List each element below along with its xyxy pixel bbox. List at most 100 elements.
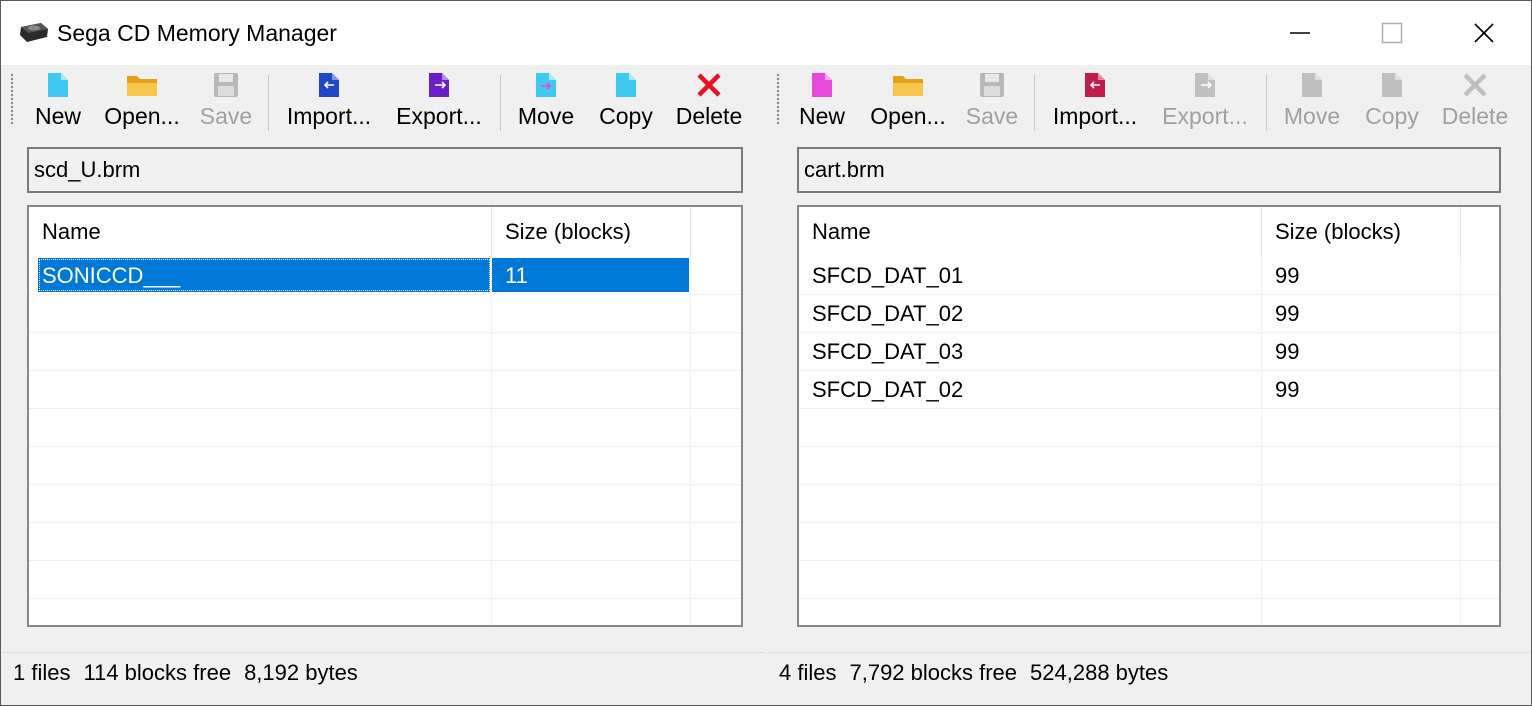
toolbar-separator [1034,75,1035,131]
list-header: Name Size (blocks) [29,207,741,257]
close-icon [1474,23,1494,43]
column-header-size[interactable]: Size (blocks) [1262,207,1461,257]
right-pane: New Open... Save Import... Export... Mov… [768,65,1530,705]
right-move-button[interactable]: Move [1280,69,1344,131]
cell-size [492,561,691,599]
app-window: Sega CD Memory Manager New Open... Save [0,0,1532,706]
right-export-button[interactable]: Export... [1160,69,1250,131]
table-row[interactable]: SFCD_DAT_02 99 [799,295,1499,333]
left-delete-button[interactable]: Delete [674,69,744,131]
right-import-button[interactable]: Import... [1048,69,1142,131]
cell-name [29,371,492,409]
minimize-button[interactable] [1254,1,1346,65]
status-blocks-free: 7,792 blocks free [849,660,1018,685]
table-row[interactable]: SFCD_DAT_01 99 [799,257,1499,295]
open-folder-icon [127,76,157,96]
toolbar-separator [500,75,501,131]
cell-name: SFCD_DAT_03 [799,333,1262,371]
right-open-button[interactable]: Open... [868,69,948,131]
left-path-field[interactable]: scd_U.brm [27,147,743,193]
empty-row [29,485,741,523]
status-file-count: 1 files [13,660,71,685]
cell-size [1262,523,1461,561]
sega-cd-console-icon [20,23,48,42]
cell-size [1262,485,1461,523]
empty-row [29,561,741,599]
left-move-button[interactable]: Move [514,69,578,131]
window-title: Sega CD Memory Manager [57,20,337,46]
cell-size: 99 [1262,333,1461,371]
toolbar-separator [1266,75,1267,131]
cell-size [492,409,691,447]
copy-file-icon [616,73,636,97]
status-divider [768,652,1530,653]
empty-row [29,371,741,409]
table-row[interactable]: SFCD_DAT_02 99 [799,371,1499,409]
empty-row [29,523,741,561]
column-header-name[interactable]: Name [799,207,1262,257]
left-status-bar: 1 files 114 blocks free 8,192 bytes [2,660,764,690]
left-export-button[interactable]: Export... [394,69,484,131]
right-copy-button[interactable]: Copy [1362,69,1422,131]
toolbar-grip[interactable] [776,73,780,125]
empty-row [799,561,1499,599]
save-floppy-icon [214,73,238,97]
cell-name [29,333,492,371]
close-button[interactable] [1438,1,1530,65]
cell-size: 11 [492,257,691,295]
delete-x-icon [1463,73,1487,97]
right-save-button[interactable]: Save [964,69,1020,131]
cell-size [492,371,691,409]
table-row[interactable]: SONICCD___ 11 [29,257,741,295]
cell-name: SFCD_DAT_02 [799,295,1262,333]
cell-size [492,333,691,371]
empty-row [29,599,741,625]
cell-size: 99 [1262,295,1461,333]
cell-size [492,485,691,523]
list-rows: SFCD_DAT_01 99 SFCD_DAT_02 99 SFCD_DAT_03 99 S… [799,257,1499,625]
title-bar[interactable]: Sega CD Memory Manager [1,1,1531,65]
cell-size [492,447,691,485]
new-file-icon [812,73,832,97]
save-floppy-icon [980,73,1004,97]
right-toolbar: New Open... Save Import... Export... Mov… [768,65,1530,133]
left-copy-button[interactable]: Copy [596,69,656,131]
empty-row [799,523,1499,561]
export-icon [1195,73,1215,97]
toolbar-separator [268,75,269,131]
right-path-field[interactable]: cart.brm [797,147,1501,193]
left-save-button[interactable]: Save [198,69,254,131]
empty-row [799,409,1499,447]
cell-name [29,485,492,523]
new-file-icon [48,73,68,97]
right-file-list[interactable]: Name Size (blocks) SFCD_DAT_01 99 SFCD_DAT… [797,205,1501,627]
column-header-size[interactable]: Size (blocks) [492,207,691,257]
maximize-button[interactable] [1346,1,1438,65]
table-row[interactable]: SFCD_DAT_03 99 [799,333,1499,371]
empty-row [799,447,1499,485]
cell-name [799,523,1262,561]
column-header-name[interactable]: Name [29,207,492,257]
left-import-button[interactable]: Import... [282,69,376,131]
empty-row [799,485,1499,523]
empty-row [29,447,741,485]
status-bytes: 524,288 bytes [1030,660,1169,685]
cell-name [29,447,492,485]
left-toolbar: New Open... Save Import... Export... Mov… [2,65,764,133]
list-header: Name Size (blocks) [799,207,1499,257]
right-new-button[interactable]: New [796,69,848,131]
cell-name [29,409,492,447]
status-blocks-free: 114 blocks free [83,660,232,685]
empty-row [29,409,741,447]
left-pane: New Open... Save Import... Export... Mov… [2,65,764,705]
left-new-button[interactable]: New [32,69,84,131]
right-status-bar: 4 files 7,792 blocks free 524,288 bytes [768,660,1530,690]
cell-name [799,599,1262,625]
right-delete-button[interactable]: Delete [1440,69,1510,131]
cell-size [492,523,691,561]
cell-name [799,447,1262,485]
toolbar-grip[interactable] [10,73,14,125]
left-file-list[interactable]: Name Size (blocks) SONICCD___ 11 [27,205,743,627]
export-icon [429,73,449,97]
left-open-button[interactable]: Open... [102,69,182,131]
